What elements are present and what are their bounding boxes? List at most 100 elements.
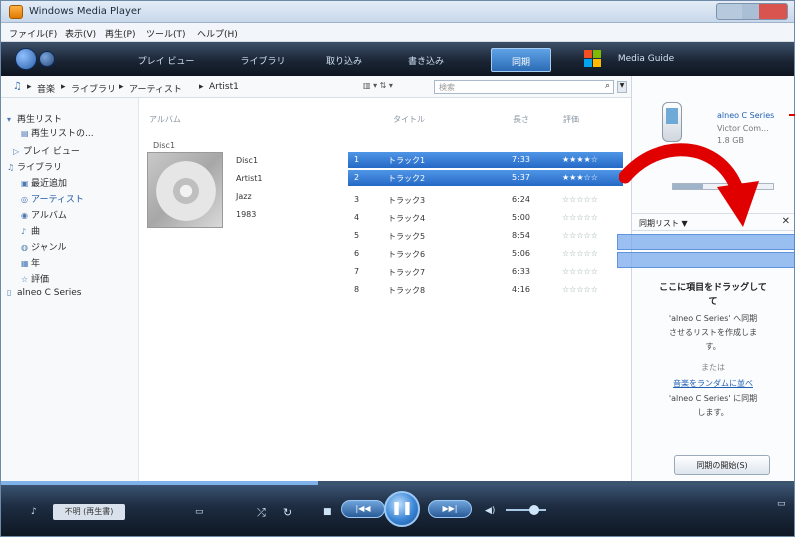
next-button[interactable]: ▶▶| [428,500,472,518]
sync-description-line3: す。 [705,342,721,351]
breadcrumb-artist[interactable]: アーティスト [129,82,182,95]
repeat-icon[interactable]: ↻ [283,506,292,519]
seek-bar[interactable] [1,481,794,485]
menu-help[interactable]: ヘルプ(H) [197,27,238,40]
track-row[interactable]: 4 トラック4 5:00 ☆☆☆☆☆ [348,210,623,226]
album-icon: ◉ [21,211,28,220]
shuffle-music-link[interactable]: 音楽をランダムに並べ [636,378,790,389]
tree-library[interactable]: ♫ ライブラリ [7,160,62,173]
album-artist: Artist1 [236,174,263,183]
volume-icon[interactable]: ◀) [485,506,495,516]
song-icon: ♪ [21,227,27,236]
shuffle-icon[interactable]: ⤮ [257,506,266,520]
device-icon: ▯ [7,288,12,297]
navigation-toolbar: プレイ ビュー ライブラリ 取り込み 書き込み 同期 Media Guide [1,42,794,76]
tree-rating[interactable]: ☆ 評価 [21,272,49,285]
tree-device[interactable]: ▯ alneo C Series [7,288,81,298]
breadcrumb-artist1[interactable]: Artist1 [209,82,239,92]
tree-year[interactable]: ▦ 年 [21,256,40,269]
menu-play[interactable]: 再生(P) [105,27,135,40]
disc-icon [156,161,216,221]
sync-description-line2: させるリストを作成しま [669,328,757,337]
track-row[interactable]: 8 トラック8 4:16 ☆☆☆☆☆ [348,282,623,298]
tree-create-playlist[interactable]: ▤ 再生リストの... [21,126,94,139]
view-mode-icon[interactable]: ▭ [195,507,204,517]
volume-knob[interactable] [529,505,539,515]
mini-player-icon[interactable]: ♪ [31,507,37,517]
rating-stars[interactable]: ☆☆☆☆☆ [562,285,598,294]
close-icon[interactable]: ✕ [782,216,790,227]
window-title: Windows Media Player [29,6,142,17]
link-description-line2: します。 [697,408,729,417]
windows-logo-icon [584,50,602,68]
breadcrumb-library[interactable]: ライブラリ [71,82,116,95]
tab-rip[interactable]: 取り込み [319,54,369,67]
year-icon: ▦ [21,259,29,268]
track-row[interactable]: 3 トラック3 6:24 ☆☆☆☆☆ [348,192,623,208]
search-dropdown-button[interactable]: ▼ [617,81,627,93]
view-options-button[interactable]: ▥ ▾ ⇅ ▾ [363,81,407,93]
rating-stars[interactable]: ☆☆☆☆☆ [562,213,598,222]
previous-button[interactable]: |◀◀ [341,500,385,518]
tree-playlists[interactable]: ▾ 再生リスト [7,112,62,125]
device-image [652,94,692,146]
track-row[interactable]: 6 トラック6 5:06 ☆☆☆☆☆ [348,246,623,262]
menu-file[interactable]: ファイル(F) [9,27,57,40]
album-name: Disc1 [236,156,259,165]
tree-recent[interactable]: ▣ 最近追加 [21,176,67,189]
search-icon[interactable]: ⌕ [605,81,615,91]
column-title[interactable]: タイトル [393,114,425,125]
rating-stars[interactable]: ☆☆☆☆☆ [562,249,598,258]
tab-burn[interactable]: 書き込み [401,54,451,67]
search-input[interactable]: 検索 [434,80,614,94]
column-length[interactable]: 長さ [513,114,529,125]
rating-stars[interactable]: ☆☆☆☆☆ [562,231,598,240]
rating-stars[interactable]: ☆☆☆☆☆ [562,267,598,276]
playback-status: 不明 (再生書) [53,504,125,520]
menu-tools[interactable]: ツール(T) [146,27,186,40]
track-row[interactable]: 7 トラック7 6:33 ☆☆☆☆☆ [348,264,623,280]
pause-button[interactable]: ❚❚ [384,491,420,527]
album-art[interactable] [147,152,223,228]
menu-view[interactable]: 表示(V) [65,27,96,40]
drag-ghost-row [617,234,795,250]
now-playing-icon: ▷ [13,147,20,156]
back-button[interactable] [15,48,37,70]
rating-stars[interactable]: ★★★☆☆ [562,173,598,182]
switch-view-icon[interactable]: ▭ [777,499,786,509]
rating-icon: ☆ [21,275,29,284]
tree-songs[interactable]: ♪ 曲 [21,224,40,237]
track-row[interactable]: 2 トラック2 5:37 ★★★☆☆ [348,170,623,186]
device-name[interactable]: alneo C Series [717,111,774,120]
window-controls[interactable] [716,3,788,20]
rating-stars[interactable]: ★★★★☆ [562,155,598,164]
playlist-icon: ▾ [7,115,12,124]
tree-genre[interactable]: ◍ ジャンル [21,240,67,253]
menu-bar: ファイル(F) 表示(V) 再生(P) ツール(T) ヘルプ(H) [1,23,794,42]
sync-description-line1: 'alneo C Series' へ同期 [668,314,758,323]
tab-media-guide[interactable]: Media Guide [611,54,681,64]
genre-icon: ◍ [21,243,28,252]
rating-stars[interactable]: ☆☆☆☆☆ [562,195,598,204]
stop-icon[interactable]: ■ [323,507,332,517]
column-album[interactable]: アルバム [149,114,181,125]
or-label: または [701,363,725,372]
forward-button[interactable] [39,51,55,67]
column-rating[interactable]: 評価 [563,114,579,125]
player-controls: ♪ 不明 (再生書) ▭ ⤮ ↻ ■ |◀◀ ❚❚ ▶▶| ◀) ▭ [1,481,794,536]
tab-library[interactable]: ライブラリ [233,54,293,67]
album-group-label: Disc1 [153,141,176,150]
breadcrumb-music[interactable]: 音楽 [37,82,55,95]
tree-artist[interactable]: ◎ アーティスト [21,192,84,205]
tree-album[interactable]: ◉ アルバム [21,208,67,221]
track-row[interactable]: 1 トラック1 7:33 ★★★★☆ [348,152,623,168]
library-icon: ♫ [7,163,15,172]
album-year: 1983 [236,210,257,219]
drag-ghost-row [617,252,795,268]
tab-now-playing[interactable]: プレイ ビュー [131,54,201,67]
track-row[interactable]: 5 トラック5 8:54 ☆☆☆☆☆ [348,228,623,244]
tree-now-playing[interactable]: ▷ プレイ ビュー [13,144,80,157]
volume-slider[interactable] [506,509,546,511]
start-sync-button[interactable]: 同期の開始(S) [674,455,770,475]
tab-sync[interactable]: 同期 [491,48,551,72]
